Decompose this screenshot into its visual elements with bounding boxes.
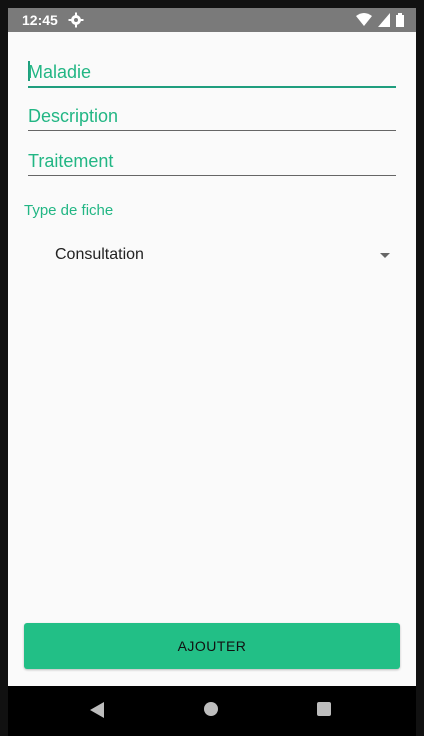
- status-icons: [356, 12, 404, 28]
- description-field[interactable]: Description: [28, 98, 396, 131]
- recents-icon[interactable]: [317, 702, 331, 716]
- device-frame: 12:45 Maladie Description Traitement Typ…: [0, 0, 424, 736]
- traitement-field[interactable]: Traitement: [28, 143, 396, 176]
- maladie-placeholder: Maladie: [28, 62, 92, 82]
- home-icon[interactable]: [204, 702, 218, 716]
- maladie-field[interactable]: Maladie: [28, 54, 396, 88]
- dropdown-selected-value: Consultation: [55, 246, 144, 263]
- battery-icon: [396, 13, 404, 27]
- description-placeholder: Description: [28, 106, 119, 126]
- back-icon[interactable]: [90, 702, 104, 723]
- status-bar: 12:45: [8, 8, 416, 32]
- ajouter-button[interactable]: AJOUTER: [24, 623, 400, 669]
- status-time: 12:45: [22, 12, 58, 28]
- cellular-icon: [378, 13, 390, 27]
- navigation-bar: [8, 686, 416, 736]
- type-de-fiche-label: Type de fiche: [24, 202, 114, 219]
- dropdown-arrow-icon: [380, 253, 390, 258]
- traitement-placeholder: Traitement: [28, 151, 114, 171]
- type-de-fiche-dropdown[interactable]: Consultation: [24, 238, 392, 272]
- wifi-icon: [356, 13, 372, 27]
- form-screen: Maladie Description Traitement Type de f…: [8, 32, 416, 686]
- gear-icon: [68, 12, 84, 28]
